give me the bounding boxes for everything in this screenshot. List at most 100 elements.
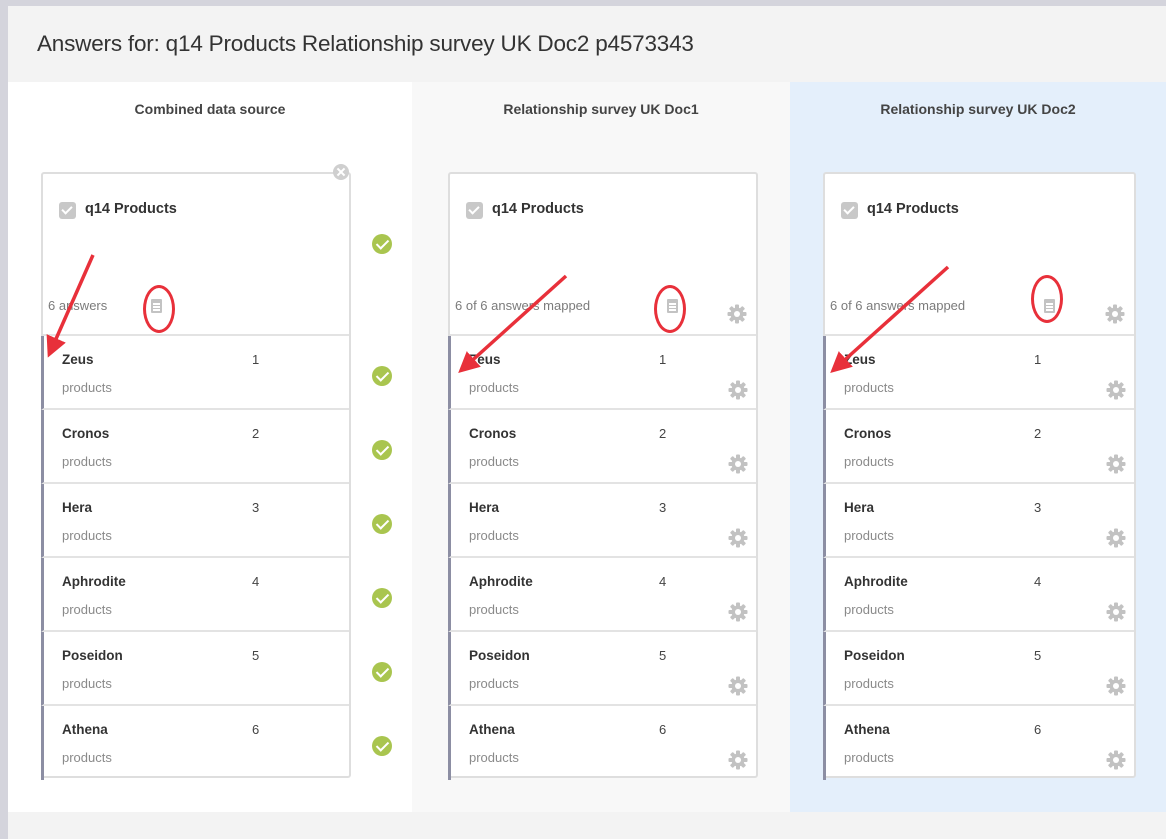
gear-icon[interactable]: [1106, 454, 1126, 474]
gear-icon[interactable]: [728, 528, 748, 548]
answer-code: 1: [659, 352, 667, 367]
column-combined: Combined data source q14 Products 6 answ…: [8, 82, 412, 812]
gear-icon[interactable]: [1106, 602, 1126, 622]
checkbox-icon[interactable]: [59, 202, 76, 219]
answer-name: Aphrodite: [62, 574, 126, 589]
answer-name: Hera: [844, 500, 875, 515]
gear-icon[interactable]: [1105, 304, 1125, 324]
question-title: q14 Products: [492, 201, 584, 217]
answer-code: 3: [252, 500, 260, 515]
answer-code: 6: [1034, 722, 1042, 737]
question-title: q14 Products: [85, 201, 177, 217]
check-circle-icon: [372, 514, 392, 534]
answer-list: Zeus 1 products Cronos 2 products Hera 3 produ…: [448, 336, 756, 780]
answer-row[interactable]: Hera 3 products: [41, 484, 349, 558]
answer-subtitle: products: [844, 528, 894, 543]
gear-icon[interactable]: [728, 380, 748, 400]
gear-icon[interactable]: [728, 454, 748, 474]
answer-name: Aphrodite: [469, 574, 533, 589]
question-card[interactable]: q14 Products 6 of 6 answers mapped Zeus 1…: [448, 172, 758, 780]
question-card[interactable]: q14 Products 6 of 6 answers mapped Zeus 1…: [823, 172, 1136, 780]
answer-code: 1: [1034, 352, 1042, 367]
answer-row[interactable]: Poseidon 5 products: [448, 632, 756, 706]
gear-icon[interactable]: [728, 602, 748, 622]
left-border: [0, 6, 8, 839]
answer-row[interactable]: Aphrodite 4 products: [41, 558, 349, 632]
question-card[interactable]: q14 Products 6 answers Zeus 1 products Cro…: [41, 172, 351, 780]
answer-code: 4: [252, 574, 260, 589]
answer-subtitle: products: [844, 380, 894, 395]
answer-name: Athena: [469, 722, 515, 737]
answer-name: Aphrodite: [844, 574, 908, 589]
answer-code: 5: [252, 648, 260, 663]
answer-row[interactable]: Cronos 2 products: [41, 410, 349, 484]
answer-row[interactable]: Aphrodite 4 products: [448, 558, 756, 632]
answer-name: Zeus: [469, 352, 501, 367]
gear-icon[interactable]: [727, 304, 747, 324]
answer-subtitle: products: [62, 676, 112, 691]
answer-subtitle: products: [469, 528, 519, 543]
close-icon[interactable]: [333, 164, 349, 180]
answer-row[interactable]: Hera 3 products: [823, 484, 1134, 558]
column-doc2: Relationship survey UK Doc2 q14 Products…: [790, 82, 1166, 812]
check-circle-icon: [372, 234, 392, 254]
answer-code: 2: [659, 426, 667, 441]
answer-row[interactable]: Zeus 1 products: [448, 336, 756, 410]
answer-code: 5: [659, 648, 667, 663]
annotation-ellipse: [654, 285, 686, 333]
answer-name: Hera: [62, 500, 93, 515]
annotation-ellipse: [1031, 275, 1063, 323]
card-header: q14 Products 6 answers: [43, 174, 349, 336]
answer-subtitle: products: [62, 750, 112, 765]
gear-icon[interactable]: [1106, 380, 1126, 400]
answer-name: Zeus: [62, 352, 94, 367]
answer-subtitle: products: [62, 454, 112, 469]
column-doc1: Relationship survey UK Doc1 q14 Products…: [412, 82, 790, 812]
answer-row[interactable]: Zeus 1 products: [823, 336, 1134, 410]
answer-row[interactable]: Hera 3 products: [448, 484, 756, 558]
panel-header: Answers for: q14 Products Relationship s…: [8, 6, 1166, 82]
checkbox-icon[interactable]: [841, 202, 858, 219]
answer-row[interactable]: Athena 6 products: [823, 706, 1134, 780]
answer-row[interactable]: Athena 6 products: [41, 706, 349, 780]
page-title: Answers for: q14 Products Relationship s…: [37, 31, 694, 56]
answers-panel: Answers for: q14 Products Relationship s…: [8, 6, 1166, 839]
answer-code: 4: [1034, 574, 1042, 589]
answer-list: Zeus 1 products Cronos 2 products Hera 3 produ…: [41, 336, 349, 780]
answer-row[interactable]: Cronos 2 products: [823, 410, 1134, 484]
answer-name: Athena: [844, 722, 890, 737]
answer-row[interactable]: Poseidon 5 products: [823, 632, 1134, 706]
answer-row[interactable]: Poseidon 5 products: [41, 632, 349, 706]
checkbox-icon[interactable]: [466, 202, 483, 219]
gear-icon[interactable]: [1106, 676, 1126, 696]
answer-name: Hera: [469, 500, 500, 515]
answer-code: 5: [1034, 648, 1042, 663]
column-title: Relationship survey UK Doc1: [503, 101, 699, 117]
gear-icon[interactable]: [728, 750, 748, 770]
answer-code: 6: [252, 722, 260, 737]
answer-subtitle: products: [844, 454, 894, 469]
answer-code: 3: [1034, 500, 1042, 515]
answer-name: Poseidon: [62, 648, 123, 663]
annotation-ellipse: [143, 285, 175, 333]
answer-row[interactable]: Cronos 2 products: [448, 410, 756, 484]
answer-list: Zeus 1 products Cronos 2 products Hera 3 produ…: [823, 336, 1134, 780]
gear-icon[interactable]: [728, 676, 748, 696]
column-title: Combined data source: [134, 101, 286, 117]
answer-subtitle: products: [469, 380, 519, 395]
answer-code: 1: [252, 352, 260, 367]
answer-name: Cronos: [844, 426, 892, 441]
answer-row[interactable]: Aphrodite 4 products: [823, 558, 1134, 632]
answer-code: 4: [659, 574, 667, 589]
check-circle-icon: [372, 440, 392, 460]
gear-icon[interactable]: [1106, 528, 1126, 548]
answer-name: Poseidon: [844, 648, 905, 663]
answer-row[interactable]: Zeus 1 products: [41, 336, 349, 410]
answer-subtitle: products: [469, 454, 519, 469]
answer-name: Athena: [62, 722, 108, 737]
answer-subtitle: products: [62, 528, 112, 543]
answer-subtitle: products: [62, 602, 112, 617]
answer-name: Poseidon: [469, 648, 530, 663]
answer-row[interactable]: Athena 6 products: [448, 706, 756, 780]
gear-icon[interactable]: [1106, 750, 1126, 770]
